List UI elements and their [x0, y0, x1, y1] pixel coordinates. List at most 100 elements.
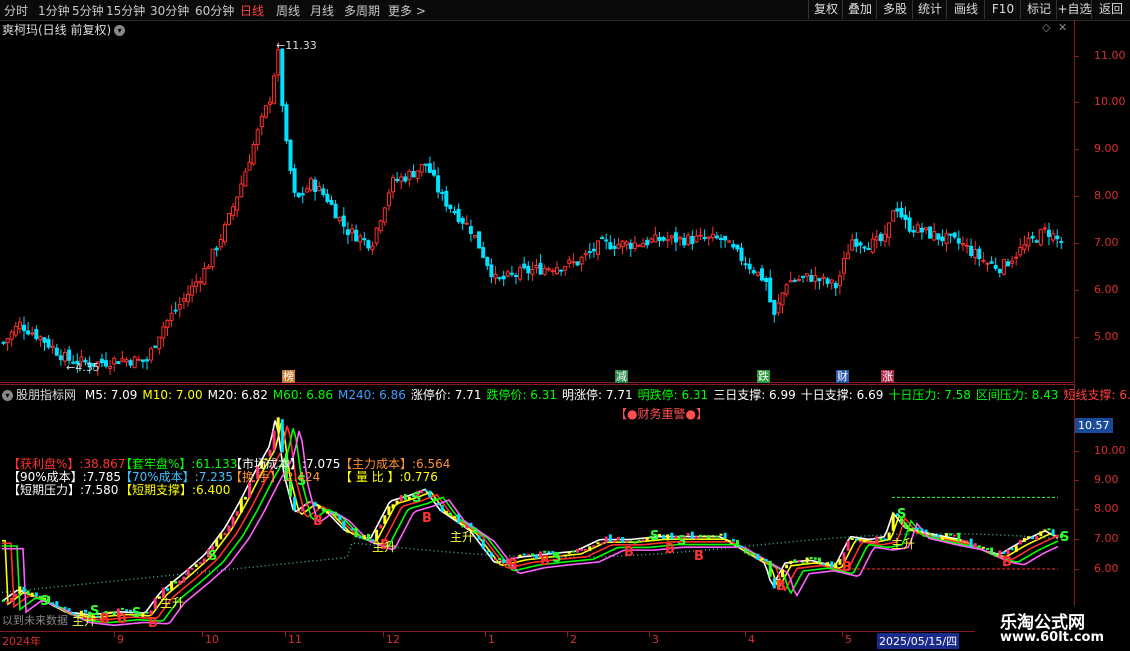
- toolbar-button[interactable]: 叠加: [842, 0, 877, 19]
- buy-signal: B: [100, 612, 110, 627]
- candle-body: [916, 225, 919, 232]
- candle-body: [851, 240, 854, 250]
- candle-body: [23, 325, 26, 330]
- indicator-bar: [322, 508, 325, 512]
- indicator-bar: [687, 533, 690, 535]
- indicator-bar: [141, 613, 144, 617]
- rise-signal: 主升: [450, 530, 474, 544]
- candle-body: [240, 184, 243, 197]
- period-tab[interactable]: 30分钟: [150, 2, 189, 19]
- toolbar-button[interactable]: +自选: [1056, 0, 1092, 19]
- period-tab[interactable]: 分时: [4, 2, 28, 19]
- candle-body: [363, 239, 366, 240]
- event-flag[interactable]: 涨: [881, 370, 894, 383]
- toolbar-button[interactable]: 画线: [946, 0, 985, 19]
- indicator-bar: [310, 501, 313, 504]
- candlestick-chart[interactable]: [0, 36, 1074, 381]
- candle-body: [781, 293, 784, 305]
- toolbar-button[interactable]: 复权: [808, 0, 843, 19]
- candle-body: [896, 209, 899, 211]
- axis-tick: [1074, 102, 1079, 103]
- indicator-bar: [469, 523, 472, 527]
- candle-body: [248, 162, 251, 170]
- candle-body: [310, 179, 313, 190]
- indicator-bar: [10, 598, 13, 602]
- candle-body: [707, 237, 710, 238]
- toolbar-button[interactable]: 标记: [1020, 0, 1057, 19]
- chevron-down-icon[interactable]: ▾: [2, 390, 13, 401]
- indicator-bar: [281, 419, 284, 452]
- period-tab[interactable]: 月线: [310, 2, 334, 19]
- indicator-chart[interactable]: BBBBBBBBBBBBBBSSSSSSSSSSS主升主升主升主升主升: [0, 400, 1074, 630]
- candle-body: [269, 102, 272, 104]
- candle-body: [543, 268, 546, 274]
- period-tab[interactable]: 多周期: [344, 2, 380, 19]
- period-tab[interactable]: 更多 >: [388, 2, 426, 19]
- candle-body: [355, 230, 358, 241]
- indicator-value: M60: 6.86: [273, 388, 333, 402]
- candle-body: [949, 234, 952, 235]
- candle-body: [285, 105, 288, 141]
- indicator-bar: [441, 505, 444, 512]
- candle-body: [113, 358, 116, 364]
- candle-body: [1023, 245, 1026, 250]
- indicator-bar: [925, 530, 928, 533]
- candle-body: [879, 234, 882, 240]
- candle-body: [957, 239, 960, 243]
- candle-body: [191, 286, 194, 295]
- event-flag[interactable]: 财: [836, 370, 849, 383]
- indicator-bar: [568, 552, 571, 554]
- candle-body: [346, 230, 349, 235]
- candle-body: [687, 235, 690, 244]
- candle-body: [724, 236, 727, 240]
- indicator-bar: [920, 528, 923, 530]
- period-tab[interactable]: 5分钟: [72, 2, 104, 19]
- indicator-bar: [351, 528, 354, 530]
- indicator-bar: [929, 533, 932, 535]
- candle-body: [117, 362, 120, 364]
- indicator-bar: [736, 540, 739, 548]
- event-flag[interactable]: 榜: [282, 370, 295, 383]
- period-tab[interactable]: 15分钟: [106, 2, 145, 19]
- indicator-values-row: ▾股朋指标网 M5: 7.09M10: 7.00M20: 6.82M60: 6.…: [2, 386, 1130, 403]
- toolbar-button[interactable]: 统计: [912, 0, 947, 19]
- indicator-bar: [875, 536, 878, 543]
- indicator-name[interactable]: 股朋指标网: [16, 388, 76, 402]
- event-flag[interactable]: 减: [615, 370, 628, 383]
- candle-body: [802, 276, 805, 277]
- candle-body: [539, 263, 542, 274]
- period-tab[interactable]: 日线: [240, 2, 264, 19]
- indicator-bar: [941, 538, 944, 540]
- toolbar-button[interactable]: F10: [984, 0, 1021, 19]
- indicator-bar: [814, 557, 817, 559]
- candle-body: [613, 246, 616, 248]
- indicator-bar: [396, 501, 399, 505]
- axis-tick-label: 10.00: [1094, 444, 1126, 457]
- month-label: 1: [488, 633, 495, 646]
- candle-body: [1043, 228, 1046, 229]
- buy-signal: B: [422, 511, 432, 526]
- toolbar-button[interactable]: 多股: [876, 0, 913, 19]
- indicator-bar: [605, 536, 608, 542]
- indicator-bar: [178, 581, 181, 585]
- indicator-bar: [383, 515, 386, 524]
- candle-body: [748, 264, 751, 269]
- period-tab[interactable]: 1分钟: [38, 2, 70, 19]
- toolbar-button[interactable]: 返回: [1091, 0, 1130, 19]
- candle-body: [736, 245, 739, 249]
- indicator-bar: [584, 549, 587, 551]
- indicator-bar: [744, 548, 747, 553]
- candle-body: [408, 171, 411, 179]
- month-tick: [842, 632, 843, 637]
- year-label: 2024年: [2, 633, 41, 649]
- candle-body: [330, 200, 333, 204]
- candle-body: [1035, 241, 1038, 242]
- event-flag[interactable]: 跌: [757, 370, 770, 383]
- period-tab[interactable]: 60分钟: [195, 2, 234, 19]
- candle-body: [322, 189, 325, 195]
- candle-body: [133, 357, 136, 368]
- period-tab[interactable]: 周线: [276, 2, 300, 19]
- candle-body: [273, 76, 276, 103]
- indicator-bar: [121, 608, 124, 610]
- candle-body: [564, 267, 567, 271]
